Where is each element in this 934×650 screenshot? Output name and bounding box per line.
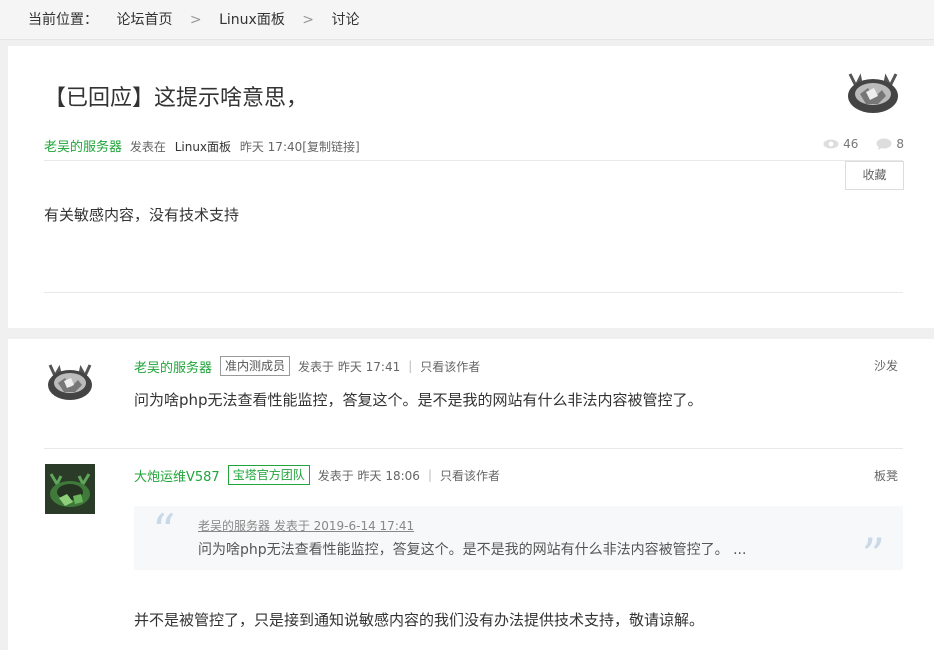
post-body: 有关敏感内容，没有技术支持 <box>44 206 240 224</box>
breadcrumb: 当前位置： 论坛首页 > Linux面板 > 讨论 <box>0 0 934 40</box>
meta-separator: | <box>408 359 413 373</box>
post-stats: 46 8 <box>823 137 904 151</box>
breadcrumb-discussion[interactable]: 讨论 <box>331 12 359 28</box>
reply-meta: 大炮运维V587 宝塔官方团队 发表于 昨天 18:06 | 只看该作者 <box>134 465 500 485</box>
comment-icon <box>876 138 892 150</box>
post-board-link[interactable]: Linux面板 <box>175 140 231 154</box>
reply-avatar[interactable] <box>45 464 95 514</box>
post-time: 昨天 17:40 <box>239 140 303 154</box>
user-group-badge: 准内测成员 <box>220 356 291 376</box>
eye-icon <box>823 139 839 149</box>
copy-link[interactable]: [复制链接] <box>302 140 359 154</box>
close-quote-icon: ” <box>861 528 885 582</box>
breadcrumb-linux-panel[interactable]: Linux面板 <box>219 12 285 28</box>
post-title: 【已回应】这提示啥意思， <box>44 86 309 111</box>
floor-label[interactable]: 板凳 <box>874 467 898 484</box>
reply-text: 问为啥php无法查看性能监控，答复这个。是不是我的网站有什么非法内容被管控了。 <box>134 391 703 409</box>
breadcrumb-separator: > <box>302 12 315 28</box>
open-quote-icon: “ <box>152 504 176 558</box>
divider <box>44 160 903 161</box>
quote-header-link[interactable]: 老吴的服务器 发表于 2019-6-14 17:41 <box>198 517 414 534</box>
meta-separator: | <box>427 468 432 482</box>
post-panel: 【已回应】这提示啥意思， 老吴的服务器 发表在 Linux面板 昨天 17:40… <box>8 46 934 328</box>
floor-label[interactable]: 沙发 <box>874 357 898 374</box>
posted-in-label: 发表在 <box>129 140 166 154</box>
reply-time: 发表于 昨天 17:41 <box>298 359 401 374</box>
reply-meta: 老吴的服务器 准内测成员 发表于 昨天 17:41 | 只看该作者 <box>134 356 480 376</box>
reply-text: 并不是被管控了，只是接到通知说敏感内容的我们没有办法提供技术支持，敬请谅解。 <box>134 611 705 629</box>
post-author-link[interactable]: 老吴的服务器 <box>44 140 122 155</box>
divider <box>44 448 903 449</box>
breadcrumb-forum-home[interactable]: 论坛首页 <box>116 12 172 28</box>
post-meta: 老吴的服务器 发表在 Linux面板 昨天 17:40[复制链接] <box>44 136 360 155</box>
breadcrumb-separator: > <box>189 12 202 28</box>
reply-time: 发表于 昨天 18:06 <box>317 468 420 483</box>
only-author-link[interactable]: 只看该作者 <box>420 358 480 375</box>
reply-author-link[interactable]: 大炮运维V587 <box>134 466 220 485</box>
breadcrumb-lead: 当前位置： <box>28 12 98 28</box>
comment-count: 8 <box>896 137 904 151</box>
quote-block: “ 老吴的服务器 发表于 2019-6-14 17:41 问为啥php无法查看性… <box>134 504 903 578</box>
official-team-badge: 宝塔官方团队 <box>227 465 310 485</box>
view-count: 46 <box>843 137 859 151</box>
quote-text: 问为啥php无法查看性能监控，答复这个。是不是我的网站有什么非法内容被管控了。 … <box>198 542 747 558</box>
replies-panel: 老吴的服务器 准内测成员 发表于 昨天 17:41 | 只看该作者 沙发 问为啥… <box>8 339 934 650</box>
only-author-link[interactable]: 只看该作者 <box>440 467 500 484</box>
reply-avatar[interactable] <box>45 357 95 403</box>
divider <box>44 292 903 293</box>
author-avatar[interactable] <box>844 64 902 116</box>
favorite-button[interactable]: 收藏 <box>845 161 904 190</box>
reply-author-link[interactable]: 老吴的服务器 <box>134 357 212 376</box>
